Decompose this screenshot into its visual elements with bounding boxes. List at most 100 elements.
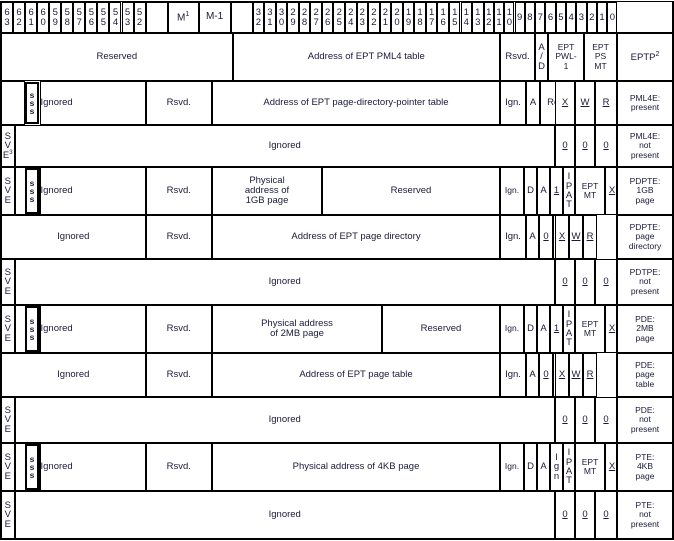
bit-header-61: 61 xyxy=(25,2,38,33)
cell-pde-2mb-page-reserved-mid: Reserved xyxy=(382,305,500,353)
cell-pde-not-present-w: 0 xyxy=(575,397,595,443)
cell-pde-page-table-r: R xyxy=(583,353,597,397)
bit-header-3: 3 xyxy=(576,2,587,33)
cell-pte-4kb-page-ignored-high: Ignored xyxy=(39,443,146,491)
cell-pml4e-present-reserved-high: Rsvd. xyxy=(145,81,212,125)
bit-header-32: 32 xyxy=(252,2,265,33)
cell-pde-2mb-page-supervisor-shadow-stack: sss xyxy=(25,306,39,352)
cell-pte-not-present-x: 0 xyxy=(555,491,575,539)
bit-header-59: 59 xyxy=(49,2,62,33)
cell-pdtpe-not-present-sve: SVE xyxy=(1,259,15,305)
bit-header-m: M1 xyxy=(167,2,199,33)
cell-pte-4kb-page-accessed: A xyxy=(537,443,550,491)
cell-pml4e-present-address: Address of EPT page-directory-pointer ta… xyxy=(212,81,500,125)
cell-pdpte-1gb-page-reserved-high: Rsvd. xyxy=(145,167,212,215)
cell-pde-page-table-accessed: A xyxy=(526,353,539,397)
cell-pte-not-present-r: 0 xyxy=(595,491,617,539)
cell-pde-not-present-r: 0 xyxy=(595,397,617,443)
bit-header-11: 11 xyxy=(493,2,505,33)
cell-pte-not-present-ignored: Ignored xyxy=(14,491,555,539)
row-label-pde-not-present: PDE: not present xyxy=(617,397,673,443)
cell-eptp-ad: A / D xyxy=(535,33,548,81)
cell-pde-2mb-page-accessed: A xyxy=(537,305,550,353)
cell-pte-4kb-page-dirty: D xyxy=(524,443,537,491)
cell-pte-4kb-page-phys-addr: Physical address of 4KB page xyxy=(212,443,500,491)
bit-header-13: 13 xyxy=(472,2,484,33)
cell-pde-page-table-x: X xyxy=(555,353,569,397)
cell-eptp-psmt: EPT PS MT xyxy=(584,33,617,81)
cell-pte-4kb-page-ign-bit: Ign xyxy=(550,443,563,491)
bit-header-m-minus-1: M-1 xyxy=(198,2,231,33)
separator-header xyxy=(1,32,673,34)
cell-pde-2mb-page-mt: EPT MT xyxy=(575,305,605,353)
cell-pte-4kb-page-ignored-low: Ign. xyxy=(500,443,524,491)
row-label-eptp: EPTP2 xyxy=(617,33,673,81)
cell-pde-page-table-reserved-high: Rsvd. xyxy=(145,353,212,397)
row-label-pte-4kb-page: PTE: 4KB page xyxy=(617,443,673,491)
bit-header-54: 54 xyxy=(109,2,122,33)
bit-header-19: 19 xyxy=(402,2,415,33)
bit-header-63: 63 xyxy=(1,2,14,33)
separator-m-boundary xyxy=(198,2,200,33)
cell-pdtpe-not-present-r: 0 xyxy=(595,259,617,305)
separator-label-column xyxy=(615,33,618,539)
bit-header-18: 18 xyxy=(414,2,426,33)
bit-header-23: 23 xyxy=(356,2,369,33)
cell-pdpte-1gb-page-ps: 1 xyxy=(550,167,563,215)
cell-pdpte-page-directory-reserved-high: Rsvd. xyxy=(145,215,212,259)
cell-pdtpe-not-present-ignored: Ignored xyxy=(14,259,555,305)
cell-pdpte-1gb-page-sve: SVE xyxy=(1,167,15,215)
cell-pdtpe-not-present-x: 0 xyxy=(555,259,575,305)
cell-pde-2mb-page-reserved-high: Rsvd. xyxy=(145,305,212,353)
bit-header-24: 24 xyxy=(345,2,357,33)
cell-pdpte-page-directory-ps: 0 xyxy=(539,215,553,259)
cell-pde-2mb-page-ipat: IPAT xyxy=(563,305,575,353)
cell-pdpte-1gb-page-dirty: D xyxy=(524,167,537,215)
cell-eptp-address: Address of EPT PML4 table xyxy=(232,33,500,81)
cell-pml4e-not-present-x: 0 xyxy=(555,125,575,167)
cell-pml4e-present-ignored-high: Ignored xyxy=(39,81,146,125)
bit-header-6: 6 xyxy=(545,2,556,33)
cell-pde-2mb-page-ps: 1 xyxy=(550,305,563,353)
cell-pde-2mb-page-ignored-high: Ignored xyxy=(39,305,146,353)
row-label-pml4e-not-present: PML4E: not present xyxy=(617,125,673,167)
bit-header-53: 53 xyxy=(121,2,134,33)
row-label-pdpte-page-directory: PDPTE: page directory xyxy=(617,215,673,259)
cell-pml4e-not-present-r: 0 xyxy=(595,125,617,167)
frame-top xyxy=(0,0,674,3)
bit-header-52: 52 xyxy=(133,2,146,33)
cell-pde-not-present-sve: SVE xyxy=(1,397,15,443)
cell-pte-4kb-page-mt: EPT MT xyxy=(575,443,605,491)
cell-pdpte-page-directory-ignored-high: Ignored xyxy=(1,215,146,259)
cell-eptp-pwl: EPT PWL- 1 xyxy=(548,33,584,81)
bit-header-31: 31 xyxy=(264,2,276,33)
bit-header-2: 2 xyxy=(586,2,597,33)
cell-pml4e-present-w: W xyxy=(575,81,595,125)
cell-pde-2mb-page-dirty: D xyxy=(524,305,537,353)
bit-header-21: 21 xyxy=(379,2,392,33)
cell-pte-4kb-page-sve: SVE xyxy=(1,443,15,491)
row-label-pte-not-present: PTE: not present xyxy=(617,491,673,539)
frame-left xyxy=(0,1,2,540)
frame-bottom xyxy=(0,538,674,541)
bit-header-label-spacer xyxy=(617,2,673,33)
cell-pde-2mb-page-phys-addr: Physical address of 2MB page xyxy=(212,305,382,353)
bit-header-17: 17 xyxy=(425,2,438,33)
cell-pdpte-page-directory-ignored-low: Ign. xyxy=(500,215,526,259)
bit-header-15: 15 xyxy=(448,2,461,33)
cell-pde-2mb-page-ignored-low: Ign. xyxy=(500,305,524,353)
bit-header-gap-left xyxy=(145,2,168,33)
cell-pdpte-page-directory-w: W xyxy=(569,215,583,259)
row-label-pde-2mb-page: PDE: 2MB page xyxy=(617,305,673,353)
bit-header-9: 9 xyxy=(514,2,525,33)
cell-pdpte-page-directory-accessed: A xyxy=(526,215,539,259)
bit-header-27: 27 xyxy=(310,2,322,33)
bit-header-30: 30 xyxy=(275,2,288,33)
bit-header-22: 22 xyxy=(368,2,380,33)
cell-pml4e-not-present-ignored: Ignored xyxy=(14,125,555,167)
cell-pdpte-1gb-page-accessed: A xyxy=(537,167,550,215)
cell-pte-not-present-w: 0 xyxy=(575,491,595,539)
cell-pml4e-present-accessed: A xyxy=(526,81,540,125)
bit-header-60: 60 xyxy=(37,2,50,33)
cell-pml4e-present-x: X xyxy=(555,81,575,125)
